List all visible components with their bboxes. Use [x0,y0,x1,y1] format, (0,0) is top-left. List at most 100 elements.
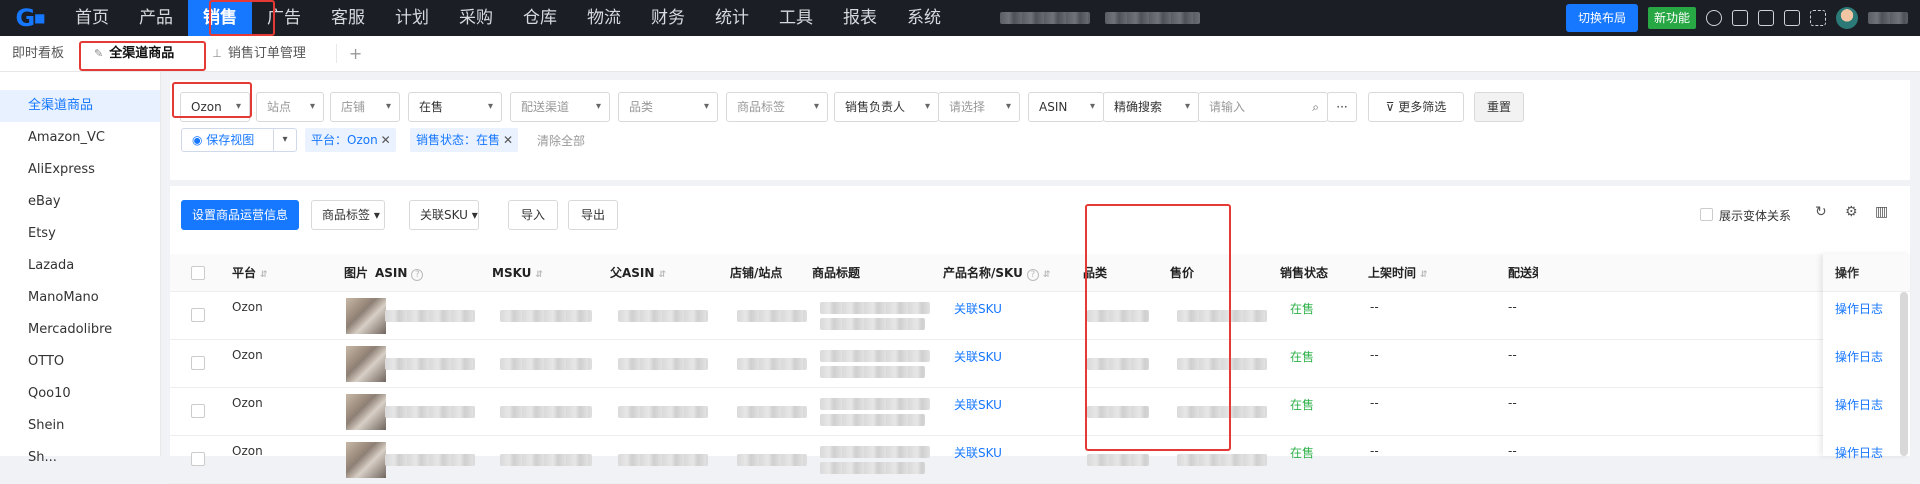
sidebar-item-otto[interactable]: OTTO [0,346,160,378]
close-icon[interactable]: ✕ [381,128,391,152]
switch-layout-button[interactable]: 切换布局 [1565,4,1638,32]
sort-icon[interactable]: ⇵ [260,270,268,280]
import-button[interactable]: 导入 [508,200,558,230]
more-options-button[interactable]: ··· [1327,92,1357,122]
store-select[interactable]: 店铺 ▾ [330,92,400,122]
search-input[interactable]: 请输入 ⌕ [1198,92,1328,122]
sidebar-item-mercadolibre[interactable]: Mercadolibre [0,314,160,346]
sidebar-item-all[interactable]: 全渠道商品 [0,90,160,122]
column-layout-icon[interactable]: ▥ [1875,204,1888,220]
tag-select[interactable]: 商品标签 ▾ [726,92,828,122]
owner-select[interactable]: 销售负责人 ▾ [834,92,939,122]
col-platform[interactable]: 平台 ⇵ [232,254,268,292]
nav-tools[interactable]: 工具 [764,0,828,36]
help-icon[interactable]: ? [1026,269,1039,281]
operation-log-link[interactable]: 操作日志 [1835,396,1883,413]
col-product-sku[interactable]: 产品名称/SKU? ⇵ [943,254,1050,292]
reset-button[interactable]: 重置 [1474,92,1524,122]
match-mode-select[interactable]: 精确搜索 ▾ [1103,92,1199,122]
owner-picker[interactable]: 请选择 ▾ [938,92,1020,122]
task-check-icon[interactable] [1732,10,1748,26]
sort-icon[interactable]: ⇵ [1420,270,1428,280]
sidebar-item-aliexpress[interactable]: AliExpress [0,154,160,186]
nav-service[interactable]: 客服 [316,0,380,36]
category-select[interactable]: 品类 ▾ [618,92,718,122]
link-sku-button[interactable]: 关联SKU ▾ [409,200,479,230]
col-listed-time[interactable]: 上架时间 ⇵ [1368,254,1428,292]
nav-finance[interactable]: 财务 [636,0,700,36]
channel-select[interactable]: 配送渠道 ▾ [510,92,610,122]
row-checkbox[interactable] [191,404,205,418]
nav-system[interactable]: 系统 [892,0,956,36]
app-logo[interactable]: G ■ [0,0,60,36]
sidebar-item-ebay[interactable]: eBay [0,186,160,218]
nav-reports[interactable]: 报表 [828,0,892,36]
link-sku-link[interactable]: 关联SKU [954,348,1002,365]
operation-log-link[interactable]: 操作日志 [1835,300,1883,317]
row-checkbox[interactable] [191,356,205,370]
col-msku[interactable]: MSKU ⇵ [492,254,543,292]
sidebar-item-qoo10[interactable]: Qoo10 [0,378,160,410]
user-avatar[interactable] [1836,7,1858,29]
site-select[interactable]: 站点 ▾ [256,92,324,122]
product-thumbnail[interactable] [346,442,386,478]
table-row[interactable]: Ozon 关联SKU 在售 -- -- [170,436,1910,484]
status-select[interactable]: 在售 ▾ [408,92,502,122]
sort-icon[interactable]: ⇵ [1043,270,1051,280]
operation-log-link[interactable]: 操作日志 [1835,348,1883,365]
export-button[interactable]: 导出 [568,200,618,230]
close-icon[interactable]: ✕ [503,128,513,152]
col-asin[interactable]: ASIN? [375,254,424,292]
tab-sales-orders[interactable]: ⊥ 销售订单管理 [200,36,318,72]
select-all-checkbox[interactable] [191,266,205,280]
nav-plan[interactable]: 计划 [380,0,444,36]
search-field-select[interactable]: ASIN ▾ [1028,92,1104,122]
table-row[interactable]: Ozon 关联SKU 在售 -- -- [170,340,1910,388]
sidebar-item-shein[interactable]: Shein [0,410,160,442]
add-tab-button[interactable]: + [335,44,374,63]
search-icon[interactable]: ⌕ [1312,93,1319,121]
sidebar-item-more[interactable]: Sh... [0,442,160,474]
show-variants-checkbox[interactable] [1700,208,1713,221]
nav-warehouse[interactable]: 仓库 [508,0,572,36]
nav-product[interactable]: 产品 [124,0,188,36]
product-thumbnail[interactable] [346,346,386,382]
clear-all-link[interactable]: 清除全部 [537,132,585,149]
filter-chip-status[interactable]: 销售状态：在售 ✕ [410,128,519,152]
notification-icon[interactable] [1784,10,1800,26]
save-view-dropdown[interactable]: ▾ [273,128,297,152]
product-thumbnail[interactable] [346,298,386,334]
nav-home[interactable]: 首页 [60,0,124,36]
row-checkbox[interactable] [191,308,205,322]
more-filters-button[interactable]: ⊽ 更多筛选 [1368,92,1464,122]
filter-chip-platform[interactable]: 平台：Ozon ✕ [305,128,396,152]
vertical-scrollbar[interactable] [1900,292,1908,456]
pin-icon[interactable]: ✎ [94,36,103,72]
nav-stats[interactable]: 统计 [700,0,764,36]
help-icon[interactable]: ? [411,269,424,281]
pin-icon[interactable]: ⊥ [212,36,222,72]
link-sku-link[interactable]: 关联SKU [954,396,1002,413]
info-icon[interactable] [1706,10,1722,26]
product-thumbnail[interactable] [346,394,386,430]
nav-ads[interactable]: 广告 [252,0,316,36]
col-parent-asin[interactable]: 父ASIN ⇵ [610,254,666,292]
calendar-icon[interactable] [1758,10,1774,26]
sort-icon[interactable]: ⇵ [658,270,666,280]
settings-gear-icon[interactable]: ⚙ [1845,204,1858,220]
link-sku-link[interactable]: 关联SKU [954,444,1002,461]
fullscreen-icon[interactable] [1810,10,1826,26]
product-tags-button[interactable]: 商品标签 ▾ [311,200,385,230]
refresh-icon[interactable]: ↻ [1815,204,1827,220]
tab-all-channel-products[interactable]: ✎ 全渠道商品 [82,36,186,72]
nav-logistics[interactable]: 物流 [572,0,636,36]
tab-dashboard[interactable]: 即时看板 [0,36,76,72]
blurred-username[interactable] [1868,12,1908,24]
row-checkbox[interactable] [191,452,205,466]
sidebar-item-manomano[interactable]: ManoMano [0,282,160,314]
sidebar-item-etsy[interactable]: Etsy [0,218,160,250]
table-row[interactable]: Ozon 关联SKU 在售 -- -- [170,292,1910,340]
sidebar-item-amazon-vc[interactable]: Amazon_VC [0,122,160,154]
operation-log-link[interactable]: 操作日志 [1835,444,1883,461]
sort-icon[interactable]: ⇵ [535,270,543,280]
